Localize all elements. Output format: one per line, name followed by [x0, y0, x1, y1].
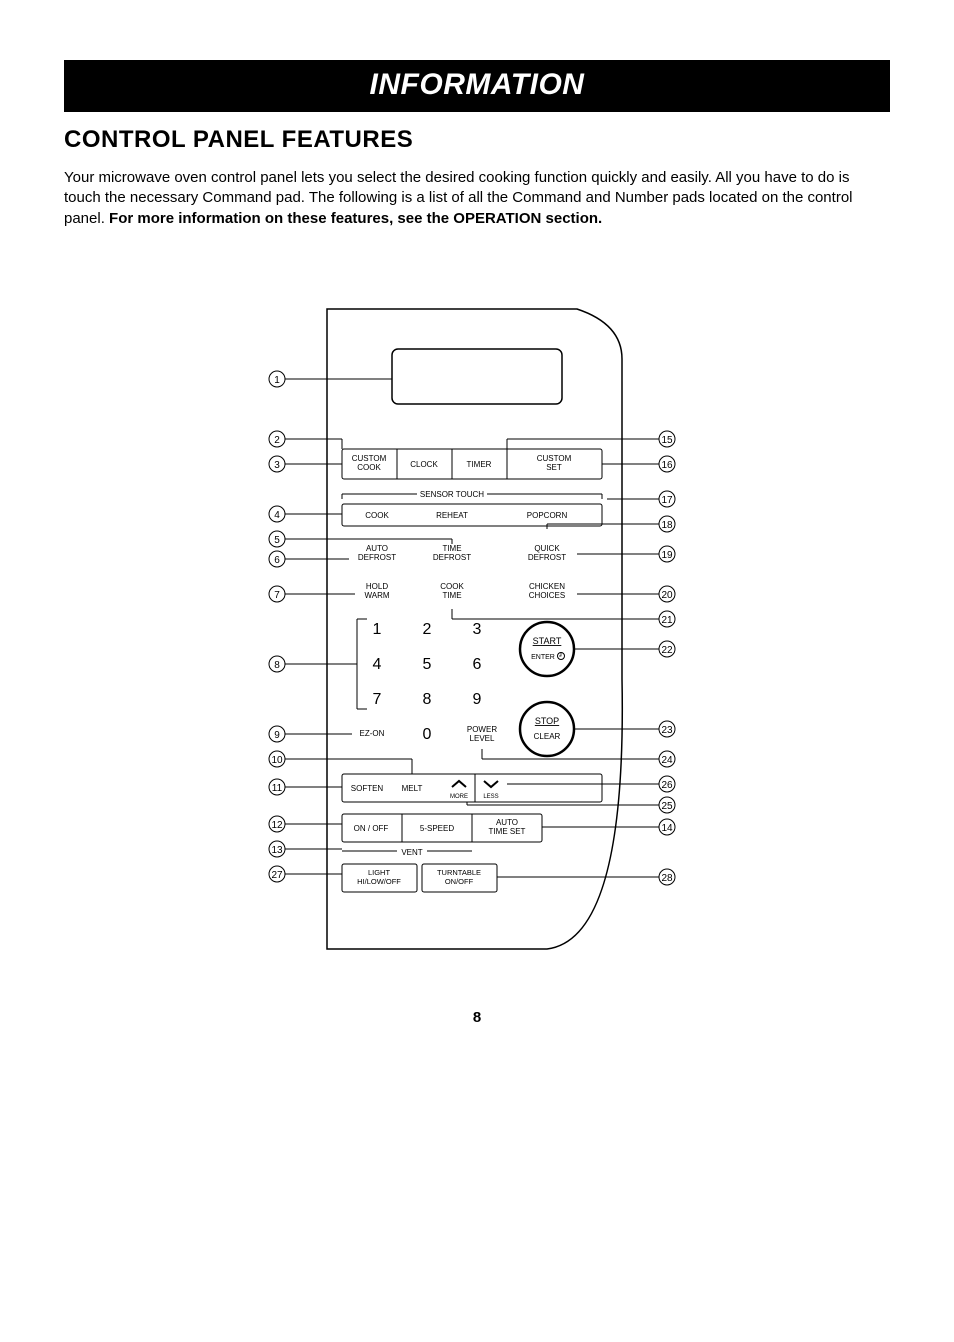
time-defrost-label: TIMEDEFROST: [433, 544, 471, 562]
sensor-reheat-label: REHEAT: [436, 511, 468, 520]
svg-text:6: 6: [274, 555, 280, 566]
vent-speed-label: 5-SPEED: [420, 824, 454, 833]
keypad-4: 4: [373, 656, 382, 673]
svg-text:5: 5: [274, 535, 280, 546]
svg-text:18: 18: [661, 520, 673, 531]
stop-label: STOP: [535, 716, 559, 726]
intro-bold: For more information on these features, …: [109, 210, 602, 227]
svg-text:11: 11: [272, 783, 283, 794]
keypad-2: 2: [423, 621, 432, 638]
svg-text:2: 2: [274, 435, 280, 446]
banner-title: INFORMATION: [64, 60, 890, 112]
svg-text:25: 25: [661, 801, 673, 812]
svg-text:28: 28: [661, 873, 673, 884]
quick-defrost-label: QUICKDEFROST: [528, 544, 566, 562]
control-panel-diagram: CUSTOMCOOK CLOCK TIMER CUSTOMSET SENSOR …: [64, 289, 890, 969]
custom-set-label: CUSTOMSET: [537, 454, 572, 472]
start-label: START: [533, 636, 562, 646]
svg-text:15: 15: [661, 435, 673, 446]
svg-text:23: 23: [661, 725, 673, 736]
cook-time-label: COOKTIME: [440, 582, 464, 600]
svg-text:17: 17: [661, 495, 673, 506]
keypad-7: 7: [373, 691, 382, 708]
svg-text:27: 27: [271, 870, 283, 881]
sensor-popcorn-label: POPCORN: [527, 511, 568, 520]
svg-text:22: 22: [661, 645, 673, 656]
sensor-touch-label: SENSOR TOUCH: [420, 490, 484, 499]
melt-label: MELT: [402, 784, 423, 793]
svg-text:7: 7: [274, 590, 280, 601]
svg-text:3: 3: [274, 460, 280, 471]
timer-label: TIMER: [467, 460, 492, 469]
keypad-9: 9: [473, 691, 482, 708]
svg-text:20: 20: [661, 590, 673, 601]
svg-text:24: 24: [661, 755, 673, 766]
hold-warm-label: HOLDWARM: [364, 582, 389, 600]
keypad-0: 0: [423, 726, 432, 743]
clock-label: CLOCK: [410, 460, 438, 469]
auto-defrost-label: AUTODEFROST: [358, 544, 396, 562]
keypad-3: 3: [473, 621, 482, 638]
vent-group-label: VENT: [401, 848, 422, 857]
svg-text:8: 8: [274, 660, 280, 671]
vent-auto-time-label: AUTOTIME SET: [489, 818, 526, 836]
svg-text:19: 19: [661, 550, 673, 561]
svg-text:9: 9: [274, 730, 280, 741]
svg-text:14: 14: [661, 823, 673, 834]
svg-text:1: 1: [274, 375, 280, 386]
keypad-8: 8: [423, 691, 432, 708]
page-number: 8: [64, 1009, 890, 1026]
more-label: MORE: [450, 794, 468, 800]
clear-label: CLEAR: [534, 732, 561, 741]
svg-text:12: 12: [271, 820, 283, 831]
svg-text:4: 4: [274, 510, 280, 521]
keypad-1: 1: [373, 621, 382, 638]
power-level-label: POWERLEVEL: [467, 725, 497, 743]
ezon-label: EZ-ON: [360, 729, 385, 738]
svg-text:13: 13: [271, 845, 283, 856]
custom-cook-label: CUSTOMCOOK: [352, 454, 387, 472]
section-title: CONTROL PANEL FEATURES: [64, 126, 890, 154]
sensor-cook-label: COOK: [365, 511, 389, 520]
enter-label: ENTER: [531, 654, 555, 661]
svg-text:16: 16: [661, 460, 673, 471]
svg-text:10: 10: [271, 755, 283, 766]
soften-label: SOFTEN: [351, 784, 384, 793]
intro-paragraph: Your microwave oven control panel lets y…: [64, 168, 890, 229]
svg-text:21: 21: [661, 615, 673, 626]
keypad-5: 5: [423, 656, 432, 673]
svg-text:26: 26: [661, 780, 673, 791]
turntable-label: TURNTABLEON/OFF: [437, 868, 481, 886]
less-label: LESS: [483, 794, 498, 800]
keypad-6: 6: [473, 656, 482, 673]
light-label: LIGHTHI/LOW/OFF: [357, 868, 401, 886]
vent-onoff-label: ON / OFF: [354, 824, 389, 833]
chicken-choices-label: CHICKENCHOICES: [529, 582, 565, 600]
